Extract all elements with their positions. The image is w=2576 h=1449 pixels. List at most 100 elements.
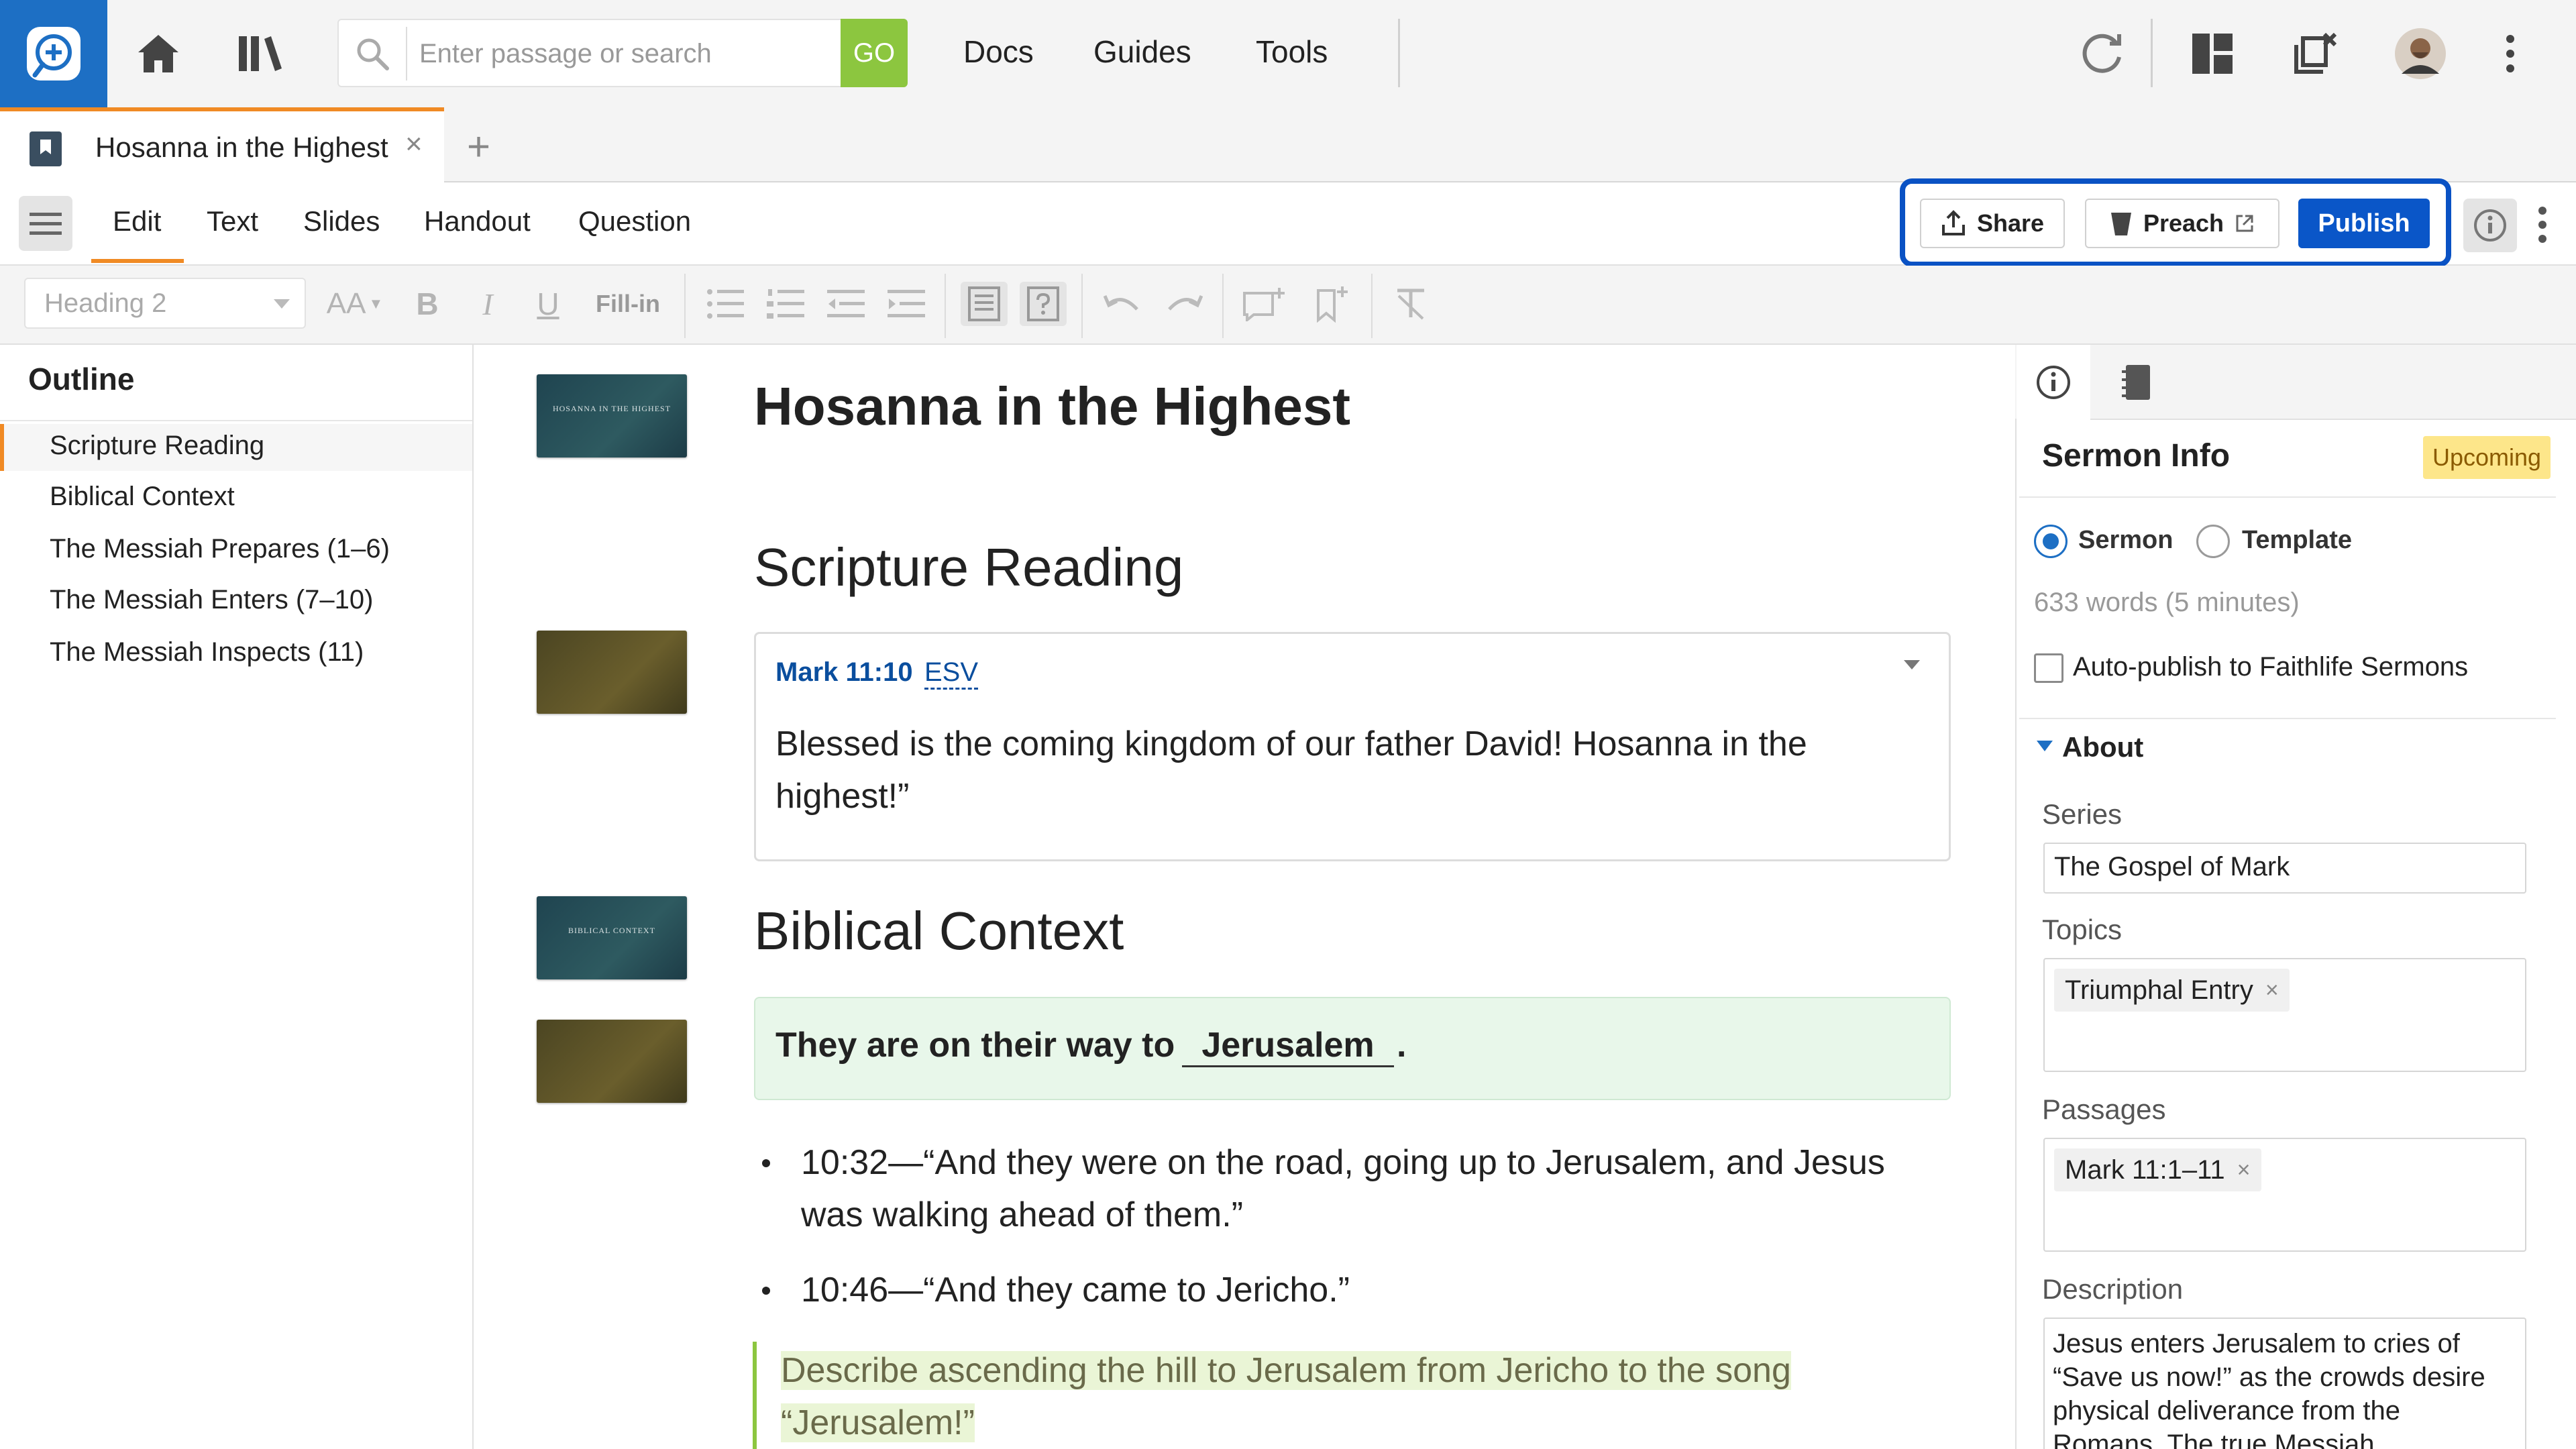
numbered-list-button[interactable] <box>763 282 808 326</box>
sync-button[interactable] <box>2076 27 2129 80</box>
bible-version[interactable]: ESV <box>924 657 979 690</box>
radio-sermon[interactable] <box>2034 525 2068 558</box>
verse-reference[interactable]: Mark 11:10 <box>775 657 913 688</box>
radio-template-label[interactable]: Template <box>2242 526 2352 555</box>
passages-field[interactable]: Mark 11:1–11 × <box>2043 1138 2526 1252</box>
redo-button[interactable] <box>1162 282 1206 326</box>
fill-in-prompt[interactable]: They are on their way to <box>775 1025 1175 1065</box>
topic-chip[interactable]: Triumphal Entry × <box>2054 969 2290 1012</box>
outline-item[interactable]: The Messiah Prepares (1–6) <box>50 534 390 564</box>
italic-button[interactable]: I <box>466 282 510 326</box>
block-button[interactable] <box>961 282 1008 326</box>
panel-menu-button[interactable] <box>2288 27 2341 80</box>
panel-tab-notes[interactable] <box>2104 345 2168 420</box>
about-section-toggle[interactable]: About <box>2062 731 2143 763</box>
section-heading[interactable]: Biblical Context <box>754 900 1124 962</box>
description-field[interactable]: Jesus enters Jerusalem to cries of “Save… <box>2043 1318 2526 1449</box>
outline-item[interactable]: Scripture Reading <box>50 431 264 461</box>
bold-button[interactable]: B <box>405 282 449 326</box>
panel-tab-info[interactable] <box>2017 345 2090 420</box>
nav-divider <box>1398 19 1400 87</box>
nav-guides[interactable]: Guides <box>1093 34 1191 70</box>
slide-thumbnail[interactable]: BIBLICAL CONTEXT <box>537 896 687 979</box>
passage-chip[interactable]: Mark 11:1–11 × <box>2054 1148 2261 1191</box>
radio-sermon-label[interactable]: Sermon <box>2078 526 2173 555</box>
toolbar-separator <box>1222 274 1224 338</box>
slide-thumbnail[interactable] <box>537 631 687 714</box>
preach-button[interactable]: Preach <box>2085 199 2279 248</box>
outline-item[interactable]: Biblical Context <box>50 482 235 512</box>
layouts-button[interactable] <box>2186 27 2239 80</box>
tab-title: Hosanna in the Highest <box>95 131 388 163</box>
undo-button[interactable] <box>1100 282 1144 326</box>
speaker-note[interactable]: Describe ascending the hill to Jerusalem… <box>781 1344 1841 1449</box>
outline-item[interactable]: The Messiah Enters (7–10) <box>50 585 373 615</box>
tab-handout[interactable]: Handout <box>424 205 531 237</box>
autopublish-label[interactable]: Auto-publish to Faithlife Sermons <box>2073 652 2468 682</box>
tab-edit[interactable]: Edit <box>113 205 161 237</box>
nav-docs[interactable]: Docs <box>963 34 1034 70</box>
radio-template[interactable] <box>2196 525 2230 558</box>
document-tab[interactable]: Hosanna in the Highest × <box>0 107 444 182</box>
panel-title: Sermon Info <box>2042 438 2231 474</box>
slide-thumbnail[interactable] <box>537 1020 687 1103</box>
indent-icon <box>888 290 925 317</box>
search-divider <box>406 27 407 80</box>
info-button[interactable] <box>2463 199 2517 252</box>
clear-format-button[interactable] <box>1389 282 1433 326</box>
passage-chip-label: Mark 11:1–11 <box>2065 1155 2225 1185</box>
topics-field[interactable]: Triumphal Entry × <box>2043 958 2526 1072</box>
remove-icon[interactable]: × <box>2265 977 2279 1004</box>
library-icon <box>239 36 282 71</box>
more-vertical-icon <box>2538 207 2546 243</box>
slide-thumbnail[interactable]: HOSANNA IN THE HIGHEST <box>537 374 687 458</box>
bullet-item[interactable]: 10:32—“And they were on the road, going … <box>801 1136 1955 1241</box>
sermon-title[interactable]: Hosanna in the Highest <box>754 376 1350 437</box>
nav-tools[interactable]: Tools <box>1256 34 1328 70</box>
speaker-note-text: Describe ascending the hill to Jerusalem… <box>781 1351 1791 1442</box>
add-slide-button[interactable] <box>1241 282 1288 326</box>
editor-more-button[interactable] <box>2529 201 2556 248</box>
share-button[interactable]: Share <box>1920 199 2065 248</box>
underline-button[interactable]: U <box>526 282 570 326</box>
outline-item[interactable]: The Messiah Inspects (11) <box>50 637 364 667</box>
indent-button[interactable] <box>884 282 928 326</box>
paragraph-style-select[interactable]: Heading 2 <box>24 278 306 329</box>
avatar[interactable] <box>2394 27 2447 80</box>
tab-text[interactable]: Text <box>207 205 258 237</box>
bullet-list-icon <box>707 289 744 319</box>
tab-question[interactable]: Question <box>578 205 691 237</box>
fill-in-button[interactable]: Fill-in <box>588 282 668 326</box>
undo-icon <box>1104 295 1138 311</box>
outdent-button[interactable] <box>824 282 868 326</box>
publish-button[interactable]: Publish <box>2298 199 2430 248</box>
toolbar-separator <box>684 274 686 338</box>
more-menu-button[interactable] <box>2497 27 2524 80</box>
chevron-down-icon[interactable] <box>1898 652 1925 679</box>
caret-down-icon[interactable] <box>2035 737 2054 755</box>
topic-chip-label: Triumphal Entry <box>2065 975 2253 1005</box>
section-heading[interactable]: Scripture Reading <box>754 537 1183 598</box>
status-badge: Upcoming <box>2423 436 2551 479</box>
tab-close-icon[interactable]: × <box>405 127 423 161</box>
tab-slides[interactable]: Slides <box>303 205 380 237</box>
logos-logo[interactable] <box>0 0 107 107</box>
add-bookmark-button[interactable] <box>1309 282 1354 326</box>
add-tab-icon[interactable]: + <box>467 123 490 170</box>
autopublish-checkbox[interactable] <box>2034 653 2063 683</box>
go-button[interactable]: GO <box>841 19 908 87</box>
search-input[interactable] <box>418 31 823 76</box>
fill-in-answer[interactable]: Jerusalem <box>1182 1025 1394 1067</box>
bullet-list-button[interactable] <box>703 282 747 326</box>
series-field[interactable]: The Gospel of Mark <box>2043 843 2526 894</box>
home-button[interactable] <box>131 27 185 80</box>
sermon-doc-icon <box>30 131 62 166</box>
verse-text[interactable]: Blessed is the coming kingdom of our fat… <box>775 718 1916 822</box>
hamburger-button[interactable] <box>19 196 72 251</box>
question-block-button[interactable] <box>1020 282 1067 326</box>
remove-icon[interactable]: × <box>2237 1157 2251 1183</box>
font-size-button[interactable]: AA ▼ <box>325 282 385 326</box>
bullet-item[interactable]: 10:46—“And they came to Jericho.” <box>801 1264 1955 1316</box>
pulpit-icon <box>2110 213 2131 235</box>
library-button[interactable] <box>233 27 287 80</box>
